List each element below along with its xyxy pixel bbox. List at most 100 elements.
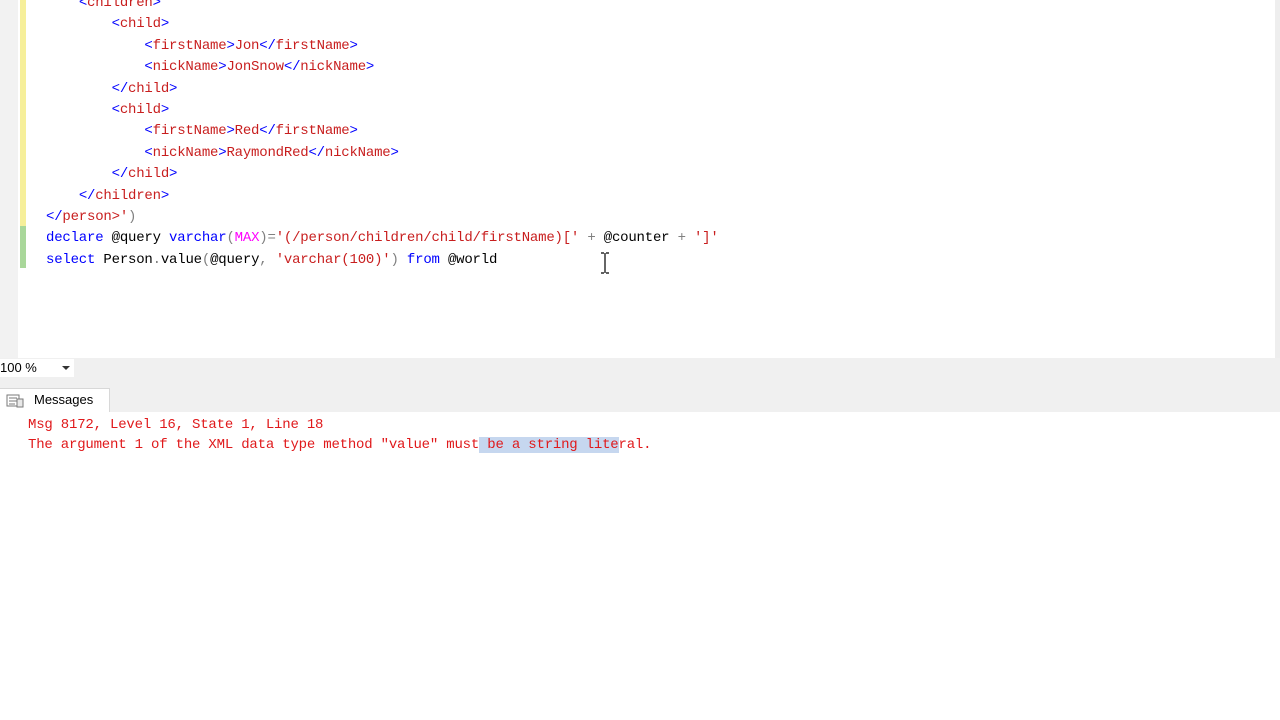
code-token: select xyxy=(46,251,96,268)
code-line[interactable]: </person>') xyxy=(46,207,136,228)
code-token: > xyxy=(160,187,170,204)
code-token: )= xyxy=(259,230,276,247)
code-line[interactable]: select Person.value(@query, 'varchar(100… xyxy=(46,250,497,271)
code-token: @query xyxy=(210,251,260,268)
code-line[interactable]: declare @query varchar(MAX)='(/person/ch… xyxy=(46,228,719,249)
code-token: firstName xyxy=(275,37,350,54)
code-token: + xyxy=(669,230,694,247)
code-line[interactable]: <nickName>RaymondRed</nickName> xyxy=(46,143,399,164)
code-token: > xyxy=(160,16,170,33)
chevron-down-icon[interactable] xyxy=(62,366,70,370)
selected-text: be a string lite xyxy=(479,437,619,453)
code-line[interactable]: </child> xyxy=(46,79,178,100)
code-token: nickName xyxy=(300,59,366,76)
error-text: The argument 1 of the XML data type meth… xyxy=(28,437,480,453)
code-token: from xyxy=(398,251,448,268)
change-indicator-unsaved xyxy=(20,226,26,268)
tab-messages-label: Messages xyxy=(34,392,94,407)
editor-status-bar: 100 % xyxy=(0,358,1280,378)
error-text-end: ral. xyxy=(618,437,652,453)
code-token: Jon xyxy=(234,37,260,54)
code-token: ) xyxy=(128,209,137,225)
code-token: > xyxy=(152,0,161,11)
code-token: '(/person/children/child/firstName)[' xyxy=(275,230,580,247)
vertical-scrollbar[interactable] xyxy=(1275,0,1280,358)
query-editor[interactable]: <children> <child> <firstName>Jon</first… xyxy=(0,0,1280,358)
code-token: children xyxy=(95,187,161,204)
code-token: > xyxy=(226,37,235,54)
error-message-line-1: Msg 8172, Level 16, State 1, Line 18 xyxy=(28,417,324,433)
code-token: JonSnow xyxy=(226,59,284,76)
code-line[interactable]: <child> xyxy=(46,100,170,121)
code-token: < xyxy=(111,102,120,118)
code-token: RaymondRed xyxy=(226,144,309,161)
code-token: ']' xyxy=(693,230,719,247)
change-indicator-saved xyxy=(20,0,26,226)
code-line[interactable]: <firstName>Red</firstName> xyxy=(46,121,358,142)
code-line[interactable]: <child> xyxy=(46,14,170,35)
messages-icon xyxy=(6,394,24,408)
code-token: </ xyxy=(78,187,96,204)
code-token: ) xyxy=(390,251,399,268)
code-token: < xyxy=(144,144,153,161)
code-token: < xyxy=(144,37,153,54)
zoom-dropdown[interactable]: 100 % xyxy=(0,359,74,377)
code-token: . xyxy=(152,251,161,268)
code-token: > xyxy=(365,59,375,76)
code-token: > xyxy=(226,123,235,140)
code-line[interactable]: </child> xyxy=(46,164,178,185)
code-line[interactable]: </children> xyxy=(46,186,169,207)
code-token: @counter xyxy=(603,230,670,247)
code-token: firstName xyxy=(152,37,227,54)
code-token: value xyxy=(160,251,202,268)
code-token: declare xyxy=(46,230,104,247)
code-token: , xyxy=(259,251,276,268)
horizontal-scrollbar[interactable] xyxy=(84,362,90,374)
code-token: < xyxy=(111,16,120,33)
zoom-value: 100 % xyxy=(0,360,37,375)
code-token: person xyxy=(62,209,112,225)
code-token: nickName xyxy=(152,59,219,76)
code-token: ( xyxy=(201,251,211,268)
code-line[interactable]: <children> xyxy=(46,0,161,14)
code-token: > xyxy=(349,37,358,54)
code-token: nickName xyxy=(324,144,391,161)
code-token: > xyxy=(169,166,178,183)
results-tab-strip: Messages xyxy=(0,378,1280,413)
code-token: child xyxy=(128,166,170,183)
code-token: > xyxy=(160,102,170,118)
code-token: + xyxy=(579,230,604,247)
code-token: firstName xyxy=(152,123,227,140)
code-token: </ xyxy=(111,166,129,183)
code-line[interactable]: <firstName>Jon</firstName> xyxy=(46,36,358,57)
code-token: </ xyxy=(111,80,129,97)
code-token: > xyxy=(390,144,399,161)
tab-messages[interactable]: Messages xyxy=(0,388,110,412)
code-token: >' xyxy=(111,209,129,225)
code-token: ( xyxy=(226,230,235,247)
code-token: </ xyxy=(283,59,301,76)
messages-pane[interactable]: Msg 8172, Level 16, State 1, Line 18 The… xyxy=(0,412,1280,720)
code-token: firstName xyxy=(275,123,350,140)
code-token: child xyxy=(119,16,161,33)
code-token: > xyxy=(349,123,358,140)
code-line[interactable]: <nickName>JonSnow</nickName> xyxy=(46,57,374,78)
code-token: children xyxy=(87,0,153,11)
text-cursor-icon xyxy=(601,252,609,274)
code-token: </ xyxy=(259,37,276,54)
editor-gutter xyxy=(0,0,18,358)
code-token: < xyxy=(78,0,88,11)
code-token: child xyxy=(128,80,170,97)
code-token: < xyxy=(144,59,153,76)
code-token: @world xyxy=(447,251,498,268)
code-token: varchar xyxy=(169,230,227,247)
error-message-line-2: The argument 1 of the XML data type meth… xyxy=(28,435,652,455)
